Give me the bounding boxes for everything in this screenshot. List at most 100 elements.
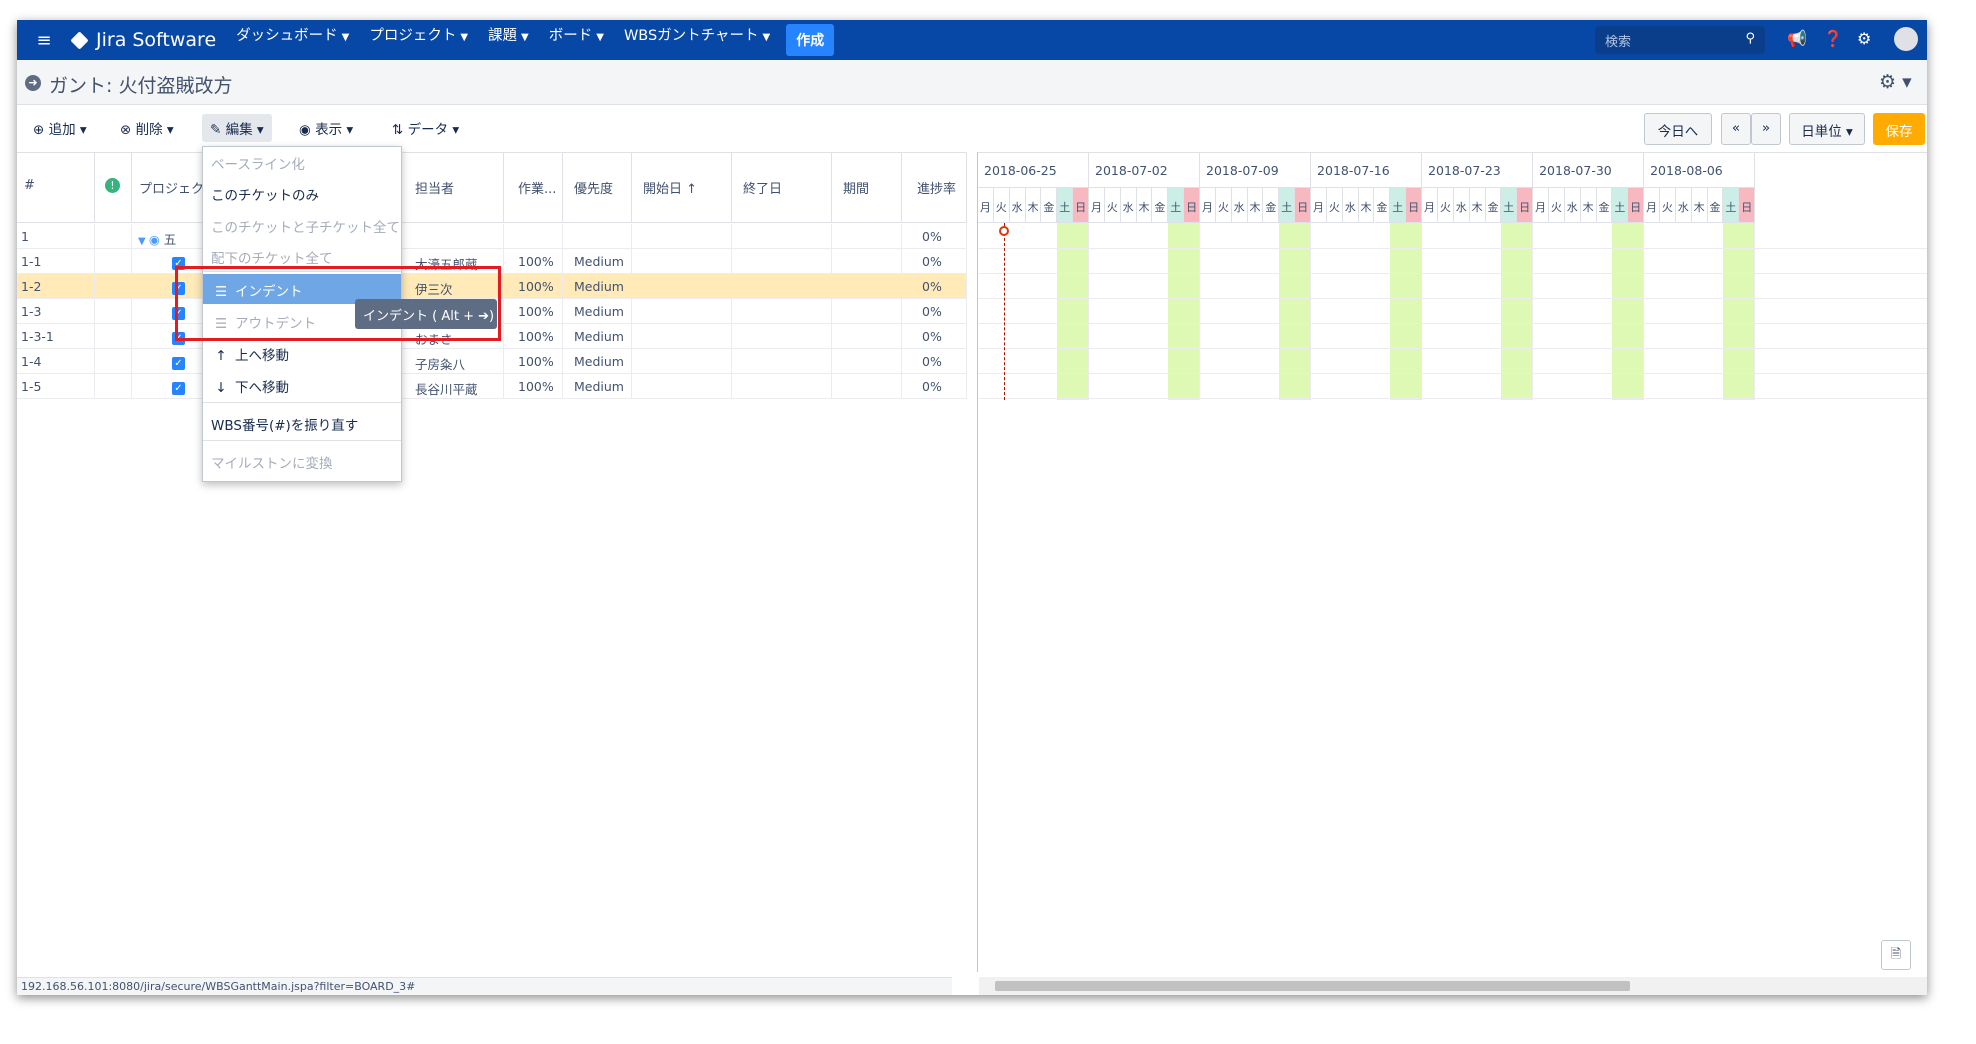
cell-priority[interactable]: Medium <box>563 349 632 374</box>
cell-wbs[interactable]: 1-1 <box>17 249 95 274</box>
cell-progress[interactable]: 0% <box>902 224 967 249</box>
menu-wbs-gantt[interactable]: WBSガントチャート ▼ <box>624 24 770 56</box>
help-icon[interactable]: ❓ <box>1823 29 1843 48</box>
view-menu-button[interactable]: ◉ 表示 ▾ <box>291 114 361 142</box>
cell-end[interactable] <box>732 249 832 274</box>
cell-start[interactable] <box>632 274 732 299</box>
cell-end[interactable] <box>732 324 832 349</box>
export-document-icon[interactable]: 🗎 <box>1881 940 1911 970</box>
cell-duration[interactable] <box>832 374 902 399</box>
expand-chevron-icon[interactable]: ▼ <box>138 236 149 247</box>
cell-progress[interactable]: 0% <box>902 249 967 274</box>
cell-start[interactable] <box>632 324 732 349</box>
menu-item-move-up[interactable]: ↑ 上へ移動 <box>203 338 401 368</box>
add-menu-button[interactable]: ⊕ 追加 ▾ <box>25 114 95 142</box>
cell-duration[interactable] <box>832 299 902 324</box>
cell-wbs[interactable]: 1-3 <box>17 299 95 324</box>
cell-end[interactable] <box>732 274 832 299</box>
col-header-work[interactable]: 作業... <box>504 153 563 223</box>
menu-item-renumber-wbs[interactable]: WBS番号(#)を振り直す <box>203 408 401 438</box>
cell-duration[interactable] <box>832 224 902 249</box>
menu-issues[interactable]: 課題 ▼ <box>488 24 529 56</box>
cell-assignee[interactable] <box>401 224 504 249</box>
table-row[interactable]: 1 ▼ ◉ 五 0% <box>17 224 967 249</box>
cell-wbs[interactable]: 1-4 <box>17 349 95 374</box>
col-header-status[interactable]: ! <box>95 153 132 223</box>
cell-priority[interactable]: Medium <box>563 274 632 299</box>
cell-status[interactable] <box>95 349 132 374</box>
cell-work[interactable]: 100% <box>504 374 563 399</box>
cell-end[interactable] <box>732 374 832 399</box>
prev-period-button[interactable]: « <box>1721 113 1751 145</box>
cell-work[interactable]: 100% <box>504 274 563 299</box>
col-header-progress[interactable]: 進捗率 <box>902 153 967 223</box>
cell-wbs[interactable]: 1-2 <box>17 274 95 299</box>
cell-status[interactable] <box>95 249 132 274</box>
cell-status[interactable] <box>95 224 132 249</box>
cell-assignee[interactable]: 子房粂八 <box>401 349 504 374</box>
cell-assignee[interactable]: 長谷川平蔵 <box>401 374 504 399</box>
menu-item-this-ticket[interactable]: このチケットのみ <box>203 178 401 208</box>
cell-work[interactable]: 100% <box>504 324 563 349</box>
jira-logo[interactable]: Jira Software <box>70 29 216 51</box>
cell-progress[interactable]: 0% <box>902 349 967 374</box>
menu-projects[interactable]: プロジェクト ▼ <box>369 24 468 56</box>
cell-duration[interactable] <box>832 324 902 349</box>
cell-wbs[interactable]: 1-5 <box>17 374 95 399</box>
col-header-end-date[interactable]: 終了日 <box>732 153 832 223</box>
gantt-horizontal-scrollbar[interactable] <box>979 977 1927 995</box>
table-row[interactable]: 1-5 ✓ 長谷川平蔵 100% Medium 0% <box>17 374 967 399</box>
cell-priority[interactable]: Medium <box>563 299 632 324</box>
cell-progress[interactable]: 0% <box>902 324 967 349</box>
time-unit-select[interactable]: 日単位 ▾ <box>1789 113 1865 145</box>
cell-work[interactable]: 100% <box>504 299 563 324</box>
cell-priority[interactable]: Medium <box>563 324 632 349</box>
delete-menu-button[interactable]: ⊗ 削除 ▾ <box>112 114 182 142</box>
cell-priority[interactable]: Medium <box>563 249 632 274</box>
col-header-assignee[interactable]: 担当者 <box>401 153 504 223</box>
col-header-start-date[interactable]: 開始日 ↑ <box>632 153 732 223</box>
settings-gear-icon[interactable]: ⚙ <box>1857 29 1871 48</box>
scrollbar-thumb[interactable] <box>995 981 1630 991</box>
today-button[interactable]: 今日へ <box>1644 113 1712 145</box>
cell-end[interactable] <box>732 224 832 249</box>
save-button[interactable]: 保存 <box>1873 113 1925 145</box>
cell-priority[interactable]: Medium <box>563 374 632 399</box>
cell-progress[interactable]: 0% <box>902 299 967 324</box>
col-header-priority[interactable]: 優先度 <box>563 153 632 223</box>
col-header-duration[interactable]: 期間 <box>832 153 902 223</box>
next-period-button[interactable]: » <box>1751 113 1781 145</box>
cell-end[interactable] <box>732 299 832 324</box>
cell-work[interactable]: 100% <box>504 249 563 274</box>
cell-status[interactable] <box>95 299 132 324</box>
create-button[interactable]: 作成 <box>786 24 835 56</box>
cell-start[interactable] <box>632 249 732 274</box>
menu-item-move-down[interactable]: ↓ 下へ移動 <box>203 370 401 400</box>
cell-work[interactable]: 100% <box>504 349 563 374</box>
cell-duration[interactable] <box>832 349 902 374</box>
cell-start[interactable] <box>632 374 732 399</box>
menu-dashboard[interactable]: ダッシュボード ▼ <box>236 24 349 56</box>
menu-boards[interactable]: ボード ▼ <box>549 24 604 56</box>
menu-item-convert-milestone[interactable]: マイルストンに変換 <box>203 446 401 476</box>
cell-status[interactable] <box>95 274 132 299</box>
menu-item-ticket-and-children[interactable]: このチケットと子チケット全て <box>203 210 401 240</box>
col-header-wbs[interactable]: # <box>17 153 95 223</box>
menu-item-baseline[interactable]: ベースライン化 <box>203 147 401 177</box>
table-row[interactable]: 1-4 ✓ 子房粂八 100% Medium 0% <box>17 349 967 374</box>
cell-end[interactable] <box>732 349 832 374</box>
cell-progress[interactable]: 0% <box>902 274 967 299</box>
cell-status[interactable] <box>95 324 132 349</box>
cell-start[interactable] <box>632 349 732 374</box>
search-input[interactable]: 検索 ⚲ <box>1595 26 1765 54</box>
announcement-icon[interactable]: 📢 <box>1787 29 1807 48</box>
data-menu-button[interactable]: ⇅ データ ▾ <box>384 114 467 142</box>
gantt-settings-gear-icon[interactable]: ⚙ ▾ <box>1879 71 1912 93</box>
cell-start[interactable] <box>632 224 732 249</box>
hamburger-menu-icon[interactable]: ≡ <box>31 30 57 51</box>
cell-start[interactable] <box>632 299 732 324</box>
cell-work[interactable] <box>504 224 563 249</box>
cell-wbs[interactable]: 1 <box>17 224 95 249</box>
cell-priority[interactable] <box>563 224 632 249</box>
edit-menu-button[interactable]: ✎ 編集 ▾ <box>202 114 272 142</box>
